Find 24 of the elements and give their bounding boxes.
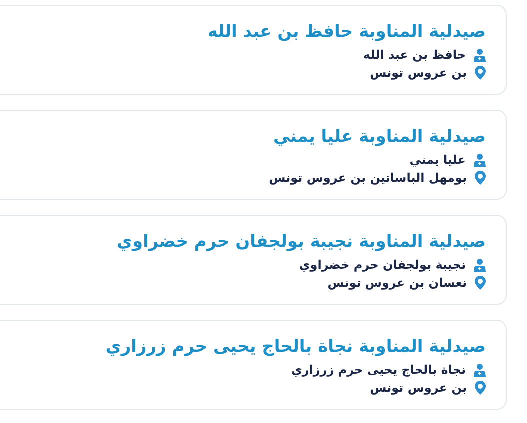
pharmacy-title: صيدلية المناوبة عليا يمني [272,126,486,149]
pharmacy-address: بومهل الباساتين بن عروس تونس [269,170,467,187]
pharmacist-icon [474,154,486,166]
pharmacist-name: حافظ بن عبد الله [363,47,466,64]
pharmacy-card[interactable]: صيدلية المناوبة نجيبة بولجفان حرم خضراوي نجيبة بولجفان حرم خضراوي نعسان بن عروس تونس [0,215,507,305]
location-pin-icon [475,276,486,290]
pharmacy-card[interactable]: صيدلية المناوبة نجاة بالحاج يحيى حرم زرزاري نجاة بالحاج يحيى حرم زرزاري بن عروس تونس [0,320,507,410]
pharmacist-name: نجيبة بولجفان حرم خضراوي [299,257,466,274]
pharmacy-title: صيدلية المناوبة نجيبة بولجفان حرم خضراوي [116,231,486,254]
pharmacy-card[interactable]: صيدلية المناوبة عليا يمني عليا يمني بومهل الباساتين بن عروس تونس [0,110,507,200]
pharmacy-address: بن عروس تونس [370,65,467,82]
pharmacy-address: بن عروس تونس [370,380,467,397]
pharmacy-address: نعسان بن عروس تونس [328,275,467,292]
pharmacist-icon [474,48,486,62]
pharmacist-name: عليا يمني [410,152,466,169]
location-pin-icon [475,381,486,395]
location-pin-icon [475,66,486,80]
pharmacist-name: نجاة بالحاج يحيى حرم زرزاري [291,362,466,379]
pharmacy-card[interactable]: صيدلية المناوبة حافظ بن عبد الله حافظ بن عبد الله بن عروس تونس [0,5,507,95]
pharmacy-title: صيدلية المناوبة نجاة بالحاج يحيى حرم زرزاري [104,336,486,359]
pharmacist-icon [474,364,486,376]
location-pin-icon [475,171,486,185]
pharmacist-icon [474,258,486,272]
pharmacy-title: صيدلية المناوبة حافظ بن عبد الله [206,21,486,44]
